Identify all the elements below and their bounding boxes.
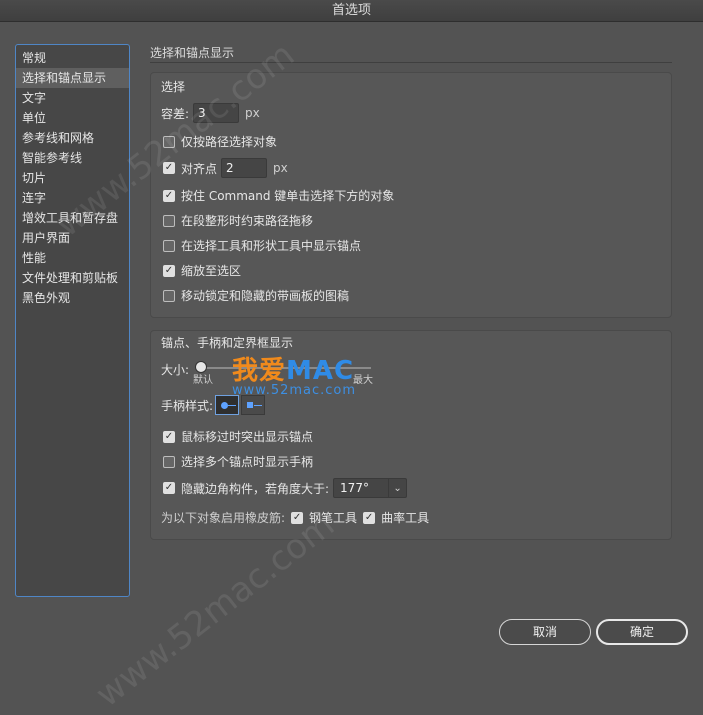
window-title: 首选项 [331,3,371,18]
handle-style-square-button[interactable] [241,395,266,415]
angle-select[interactable]: 177° ⌄ [333,478,408,498]
anchor-group-title: 锚点、手柄和定界框显示 [161,336,294,350]
checkbox[interactable] [163,455,175,468]
option-hide-corner-widget[interactable]: ✓ 隐藏边角构件，若角度大于: 177° ⌄ [163,478,408,498]
checkbox[interactable]: ✓ [163,189,175,202]
preferences-sidebar: 常规 选择和锚点显示 文字 单位 参考线和网格 智能参考线 切片 连字 增效工具… [15,44,130,597]
rubber-band-label: 为以下对象启用橡皮筋: [161,511,286,525]
cancel-button[interactable]: 取消 [499,619,591,645]
option-label: 移动锁定和隐藏的带画板的图稿 [181,289,350,303]
option-constrain-path-dragging[interactable]: 在段整形时约束路径拖移 [163,212,313,229]
sidebar-item-selection-anchor-display[interactable]: 选择和锚点显示 [16,68,129,88]
snap-to-point-input[interactable]: 2 [221,158,268,178]
sidebar-item-type[interactable]: 文字 [16,88,129,108]
handle-circle-icon [221,402,229,409]
logo-url: www.52mac.com [232,383,357,398]
section-divider [150,62,672,63]
curvature-tool-checkbox[interactable]: ✓ [363,511,376,524]
option-command-click-select-behind[interactable]: ✓ 按住 Command 键单击选择下方的对象 [163,187,394,204]
checkbox[interactable] [163,289,175,302]
logo-title: 我爱MAC [232,350,356,387]
handle-line-icon [254,405,263,406]
handle-line-icon [228,405,237,406]
checkbox[interactable] [163,239,175,252]
checkbox[interactable]: ✓ [163,264,175,277]
option-label: 在选择工具和形状工具中显示锚点 [181,239,362,253]
handle-style-label: 手柄样式: [161,398,214,413]
sidebar-item-appearance-of-black[interactable]: 黑色外观 [16,288,129,308]
size-label: 大小: [161,363,190,377]
option-zoom-to-selection[interactable]: ✓ 缩放至选区 [163,262,241,279]
section-title: 选择和锚点显示 [150,46,235,60]
option-show-anchor-points[interactable]: 在选择工具和形状工具中显示锚点 [163,237,361,254]
checkbox[interactable] [163,214,175,227]
option-label: 按住 Command 键单击选择下方的对象 [181,189,395,203]
option-snap-to-point[interactable]: ✓ 对齐点 2 px [163,158,288,178]
sidebar-item-guides-grid[interactable]: 参考线和网格 [16,128,129,148]
chevron-down-icon[interactable]: ⌄ [388,479,406,497]
watermark-logo: 我爱MAC www.52mac.com [232,350,356,398]
option-label: 隐藏边角构件，若角度大于: [181,481,330,496]
logo-prefix: 我爱 [232,356,287,386]
option-move-locked-hidden-artwork[interactable]: 移动锁定和隐藏的带画板的图稿 [163,287,349,304]
angle-select-value: 177° [340,481,369,495]
ok-button[interactable]: 确定 [596,619,688,645]
option-label: 在段整形时约束路径拖移 [181,214,314,228]
handle-style-row: 手柄样式: [161,395,266,415]
option-label: 对齐点 [181,161,218,176]
curvature-tool-label: 曲率工具 [381,511,430,525]
checkbox[interactable]: ✓ [163,482,175,494]
option-label: 选择多个锚点时显示手柄 [181,455,314,469]
sidebar-item-units[interactable]: 单位 [16,108,129,128]
anchor-display-group: 锚点、手柄和定界框显示 大小: 默认 最大 手柄样式: ✓ 鼠标移过时突出显示锚… [150,330,672,540]
sidebar-item-performance[interactable]: 性能 [16,248,129,268]
option-label: 鼠标移过时突出显示锚点 [181,430,314,444]
snap-to-point-unit: px [273,161,288,175]
option-show-handles-multiple-anchors[interactable]: 选择多个锚点时显示手柄 [163,453,313,470]
option-label: 缩放至选区 [181,264,242,278]
sidebar-item-general[interactable]: 常规 [16,48,129,68]
checkbox[interactable]: ✓ [163,430,175,443]
handle-style-circle-button[interactable] [215,395,240,415]
sidebar-item-file-handling-clipboard[interactable]: 文件处理和剪贴板 [16,268,129,288]
option-highlight-anchors-on-hover[interactable]: ✓ 鼠标移过时突出显示锚点 [163,428,313,445]
selection-group-title: 选择 [161,80,186,94]
size-label-row: 大小: [161,361,189,378]
logo-brand: MAC [286,356,355,386]
size-min-label: 默认 [193,375,213,386]
handle-square-icon [247,402,254,408]
window-titlebar: 首选项 [0,0,703,22]
